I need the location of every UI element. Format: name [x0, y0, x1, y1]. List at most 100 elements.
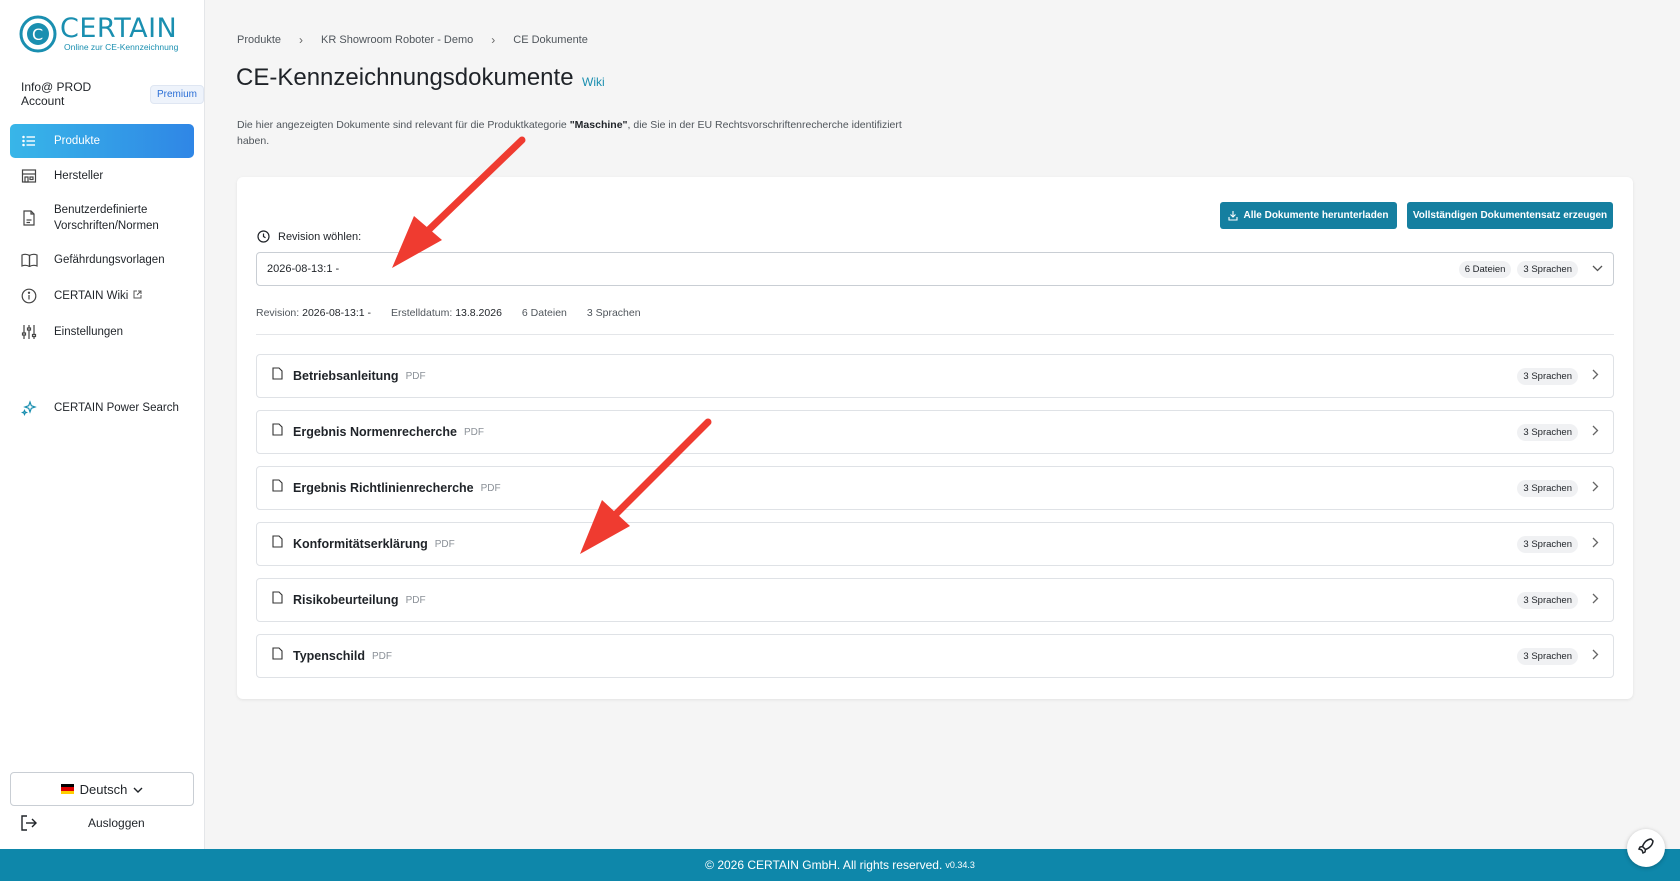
meta-revision: Revision: 2026-08-13:1 -	[256, 307, 371, 319]
revision-label-text: Revision wöhlen:	[278, 230, 362, 243]
chevron-right-icon	[1592, 367, 1599, 385]
clock-icon	[257, 230, 270, 243]
document-type: PDF	[463, 426, 484, 438]
meta-revision-label: Revision:	[256, 307, 300, 319]
file-icon	[272, 647, 283, 665]
footer-version: v0.34.3	[945, 860, 975, 870]
languages-chip: 3 Sprachen	[1517, 647, 1578, 665]
divider	[256, 334, 1614, 335]
breadcrumb-item-produkte[interactable]: Produkte	[237, 34, 281, 46]
logout-icon	[20, 814, 38, 832]
document-name: Typenschild	[293, 649, 366, 663]
meta-created-value: 13.8.2026	[455, 307, 502, 319]
sidebar-item-label: Gefährdungsvorlagen	[54, 254, 165, 266]
footer: © 2026 CERTAIN GmbH. All rights reserved…	[0, 849, 1680, 881]
document-row[interactable]: Betriebsanleitung PDF 3 Sprachen	[256, 354, 1614, 398]
document-row[interactable]: Ergebnis Normenrecherche PDF 3 Sprachen	[256, 410, 1614, 454]
document-type: PDF	[405, 370, 426, 382]
languages-chip: 3 Sprachen	[1517, 367, 1578, 385]
revision-meta: Revision: 2026-08-13:1 - Erstelldatum: 1…	[256, 307, 641, 319]
document-row[interactable]: Ergebnis Richtlinienrecherche PDF 3 Spra…	[256, 466, 1614, 510]
chevron-right-icon	[1592, 423, 1599, 441]
document-row[interactable]: Typenschild PDF 3 Sprachen	[256, 634, 1614, 678]
languages-chip: 3 Sprachen	[1517, 591, 1578, 609]
chevron-right-icon	[1592, 479, 1599, 497]
breadcrumb: Produkte › KR Showroom Roboter - Demo › …	[237, 33, 588, 47]
chevron-down-icon	[1592, 263, 1603, 275]
document-type: PDF	[480, 482, 501, 494]
factory-icon	[20, 167, 38, 185]
account-info: Info@ PROD Account Premium	[21, 80, 204, 108]
chevron-right-icon	[1592, 647, 1599, 665]
sidebar-item-produkte[interactable]: Produkte	[10, 124, 194, 158]
document-name: Betriebsanleitung	[293, 369, 399, 383]
languages-chip: 3 Sprachen	[1517, 535, 1578, 553]
brand-name: CERTAIN	[60, 13, 178, 44]
list-icon	[20, 132, 38, 150]
chevron-right-icon	[1592, 535, 1599, 553]
sidebar-item-label: CERTAIN Power Search	[54, 402, 179, 414]
chevron-right-icon	[1592, 591, 1599, 609]
document-type: PDF	[372, 650, 393, 662]
page-title: CE-Kennzeichnungsdokumente	[236, 64, 574, 91]
sidebar-item-power-search[interactable]: CERTAIN Power Search	[10, 390, 194, 426]
document-list: Betriebsanleitung PDF 3 Sprachen Ergebni…	[256, 354, 1614, 690]
premium-badge: Premium	[149, 84, 204, 104]
sidebar-item-vorschriften[interactable]: Benutzerdefinierte Vorschriften/Normen	[10, 194, 194, 242]
meta-languages: 3 Sprachen	[586, 307, 641, 319]
file-icon	[272, 479, 283, 497]
documents-card: Alle Dokumente herunterladen Vollständig…	[237, 177, 1633, 699]
sidebar-item-label: Produkte	[54, 135, 101, 147]
document-row[interactable]: Risikobeurteilung PDF 3 Sprachen	[256, 578, 1614, 622]
file-icon	[272, 591, 283, 609]
document-type: PDF	[405, 594, 426, 606]
revision-selected: 2026-08-13:1 -	[267, 263, 340, 275]
logout-label: Ausloggen	[88, 816, 145, 830]
meta-files: 6 Dateien	[521, 307, 567, 319]
sidebar-item-hersteller[interactable]: Hersteller	[10, 158, 194, 194]
certain-logo[interactable]: C CERTAIN Online zur CE-Kennzeichnung	[18, 14, 178, 54]
document-name: Ergebnis Richtlinienrecherche	[293, 481, 474, 495]
breadcrumb-item-current: CE Dokumente	[513, 34, 588, 46]
languages-chip: 3 Sprachen	[1517, 260, 1578, 278]
file-icon	[272, 367, 283, 385]
meta-created-label: Erstelldatum:	[391, 307, 453, 319]
desc-category: "Maschine"	[569, 119, 628, 131]
document-name: Risikobeurteilung	[293, 593, 399, 607]
generate-full-set-button[interactable]: Vollständigen Dokumentensatz erzeugen	[1407, 202, 1613, 229]
sidebar-item-label: Benutzerdefinierte Vorschriften/Normen	[54, 204, 159, 232]
logout-button[interactable]: Ausloggen	[20, 814, 200, 832]
language-selected: Deutsch	[79, 781, 128, 797]
rocket-icon	[1637, 837, 1655, 860]
desc-text: Die hier angezeigten Dokumente sind rele…	[237, 119, 570, 131]
document-icon	[20, 209, 38, 227]
svg-text:C: C	[32, 25, 43, 44]
sidebar-item-gefaehrdungsvorlagen[interactable]: Gefährdungsvorlagen	[10, 242, 194, 278]
revision-label: Revision wöhlen:	[257, 230, 361, 243]
language-select[interactable]: Deutsch	[10, 772, 194, 806]
sliders-icon	[20, 323, 38, 341]
document-name: Ergebnis Normenrecherche	[293, 425, 457, 439]
feedback-button[interactable]	[1627, 829, 1665, 867]
sparkles-icon	[20, 399, 38, 417]
breadcrumb-item-product[interactable]: KR Showroom Roboter - Demo	[321, 34, 473, 46]
document-name: Konformitätserklärung	[293, 537, 428, 551]
book-icon	[20, 251, 38, 269]
chevron-down-icon	[133, 782, 143, 797]
german-flag-icon	[60, 784, 74, 794]
wiki-link[interactable]: Wiki	[582, 75, 605, 89]
chevron-right-icon: ›	[491, 33, 496, 47]
chevron-right-icon: ›	[299, 33, 304, 47]
brand-tagline: Online zur CE-Kennzeichnung	[64, 42, 179, 52]
external-link-icon	[133, 290, 142, 302]
sidebar-item-certain-wiki[interactable]: CERTAIN Wiki	[10, 278, 194, 314]
download-all-button[interactable]: Alle Dokumente herunterladen	[1220, 202, 1397, 229]
languages-chip: 3 Sprachen	[1517, 479, 1578, 497]
document-row[interactable]: Konformitätserklärung PDF 3 Sprachen	[256, 522, 1614, 566]
info-icon	[20, 287, 38, 305]
sidebar: C CERTAIN Online zur CE-Kennzeichnung In…	[0, 0, 205, 849]
revision-select[interactable]: 2026-08-13:1 - 6 Dateien 3 Sprachen	[256, 252, 1614, 286]
sidebar-item-einstellungen[interactable]: Einstellungen	[10, 314, 194, 350]
certain-logo-icon: C	[18, 14, 58, 54]
